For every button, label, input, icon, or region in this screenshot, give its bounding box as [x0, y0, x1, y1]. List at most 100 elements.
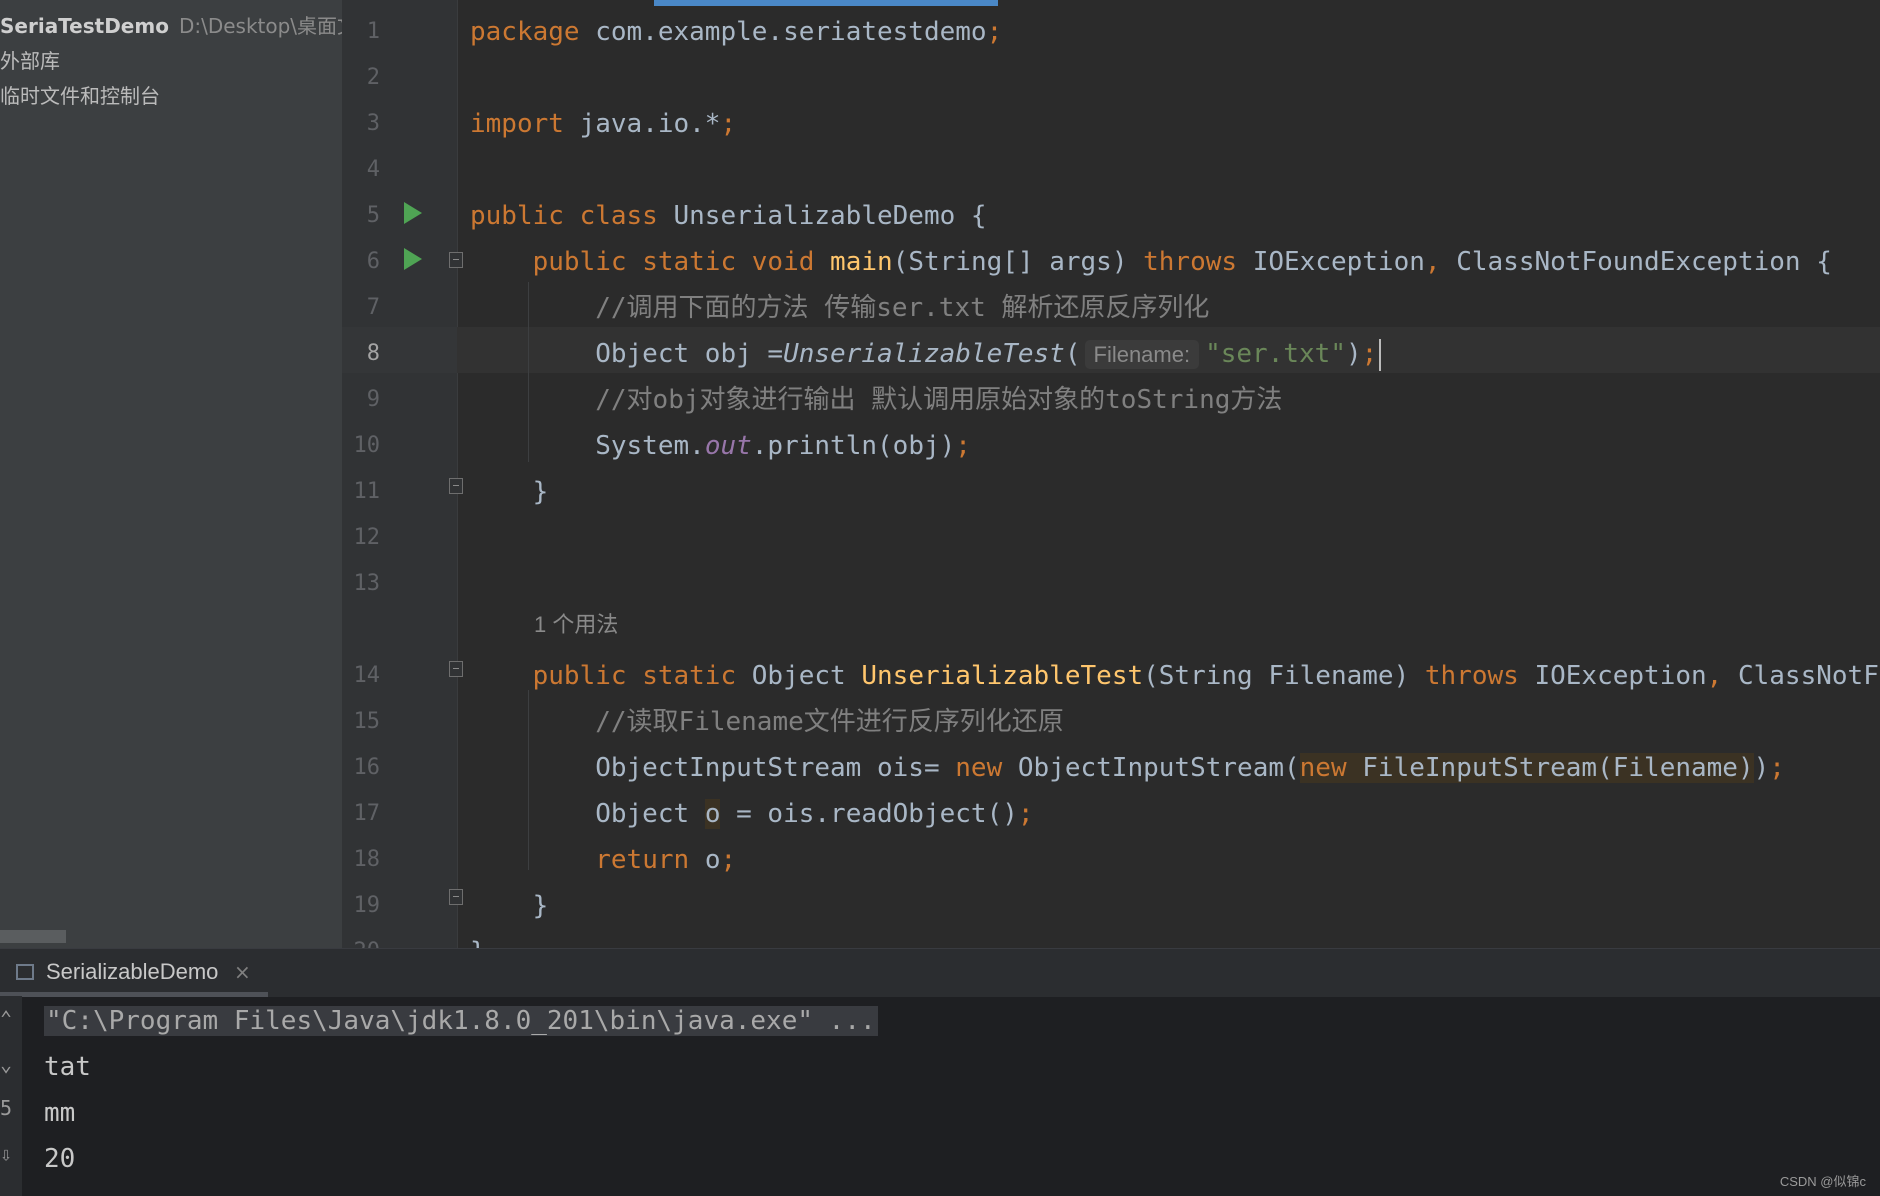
code-line[interactable]: //读取Filename文件进行反序列化还原	[470, 699, 1064, 745]
run-tab[interactable]: SerializableDemo ×	[0, 949, 268, 997]
line-number[interactable]: 5	[342, 193, 380, 239]
code-line[interactable]: }	[470, 469, 549, 515]
code-line[interactable]: ObjectInputStream ois= new ObjectInputSt…	[470, 745, 1785, 791]
code-editor[interactable]: 1 package com.example.seriatestdemo; 2 3 imp…	[342, 0, 1880, 948]
code-token: ;	[1017, 799, 1034, 829]
line-number[interactable]: 7	[342, 285, 380, 331]
fold-icon[interactable]	[449, 478, 463, 494]
line-number[interactable]: 13	[342, 561, 381, 607]
code-line[interactable]: //对obj对象进行输出 默认调用原始对象的toString方法	[470, 377, 1282, 423]
code-token: throws	[1143, 247, 1253, 277]
scroll-down-icon[interactable]: ⌄	[0, 1052, 12, 1076]
code-line[interactable]: public static void main(String[] args) t…	[470, 239, 1832, 285]
fold-icon[interactable]	[449, 252, 463, 268]
scroll-up-icon[interactable]: ⌃	[0, 1006, 12, 1030]
watermark: CSDN @似锦c	[1779, 1174, 1866, 1189]
code-token: )	[1345, 339, 1362, 369]
usage-inlay-hint[interactable]: 1 个用法	[534, 602, 618, 648]
code-line[interactable]: //调用下面的方法 传输ser.txt 解析还原反序列化	[470, 285, 1209, 331]
line-number[interactable]: 2	[342, 55, 380, 101]
code-token: (	[1064, 339, 1081, 369]
code-token: Object obj =	[470, 339, 784, 369]
run-main-icon[interactable]	[404, 248, 422, 270]
code-token: package	[470, 17, 596, 47]
code-token: ClassNotFoundException {	[1456, 247, 1832, 277]
code-token: com.example.seriatestdemo	[595, 17, 987, 47]
run-tab-bar: SerializableDemo ×	[0, 948, 1880, 997]
code-token: ;	[1361, 339, 1378, 369]
code-token: }	[470, 937, 486, 948]
code-token: = ois.readObject()	[720, 799, 1018, 829]
code-token: o	[704, 799, 721, 829]
code-line[interactable]: public class UnserializableDemo {	[470, 193, 987, 239]
line-number[interactable]: 8	[342, 331, 380, 377]
code-token: new	[1299, 753, 1363, 783]
project-path: D:\Desktop\桌面文	[178, 14, 342, 38]
parameter-hint: Filename:	[1084, 340, 1200, 369]
close-icon[interactable]: ×	[234, 949, 251, 995]
line-number[interactable]: 1	[342, 9, 380, 55]
code-line[interactable]: }	[470, 929, 486, 948]
code-line[interactable]: package com.example.seriatestdemo;	[470, 9, 1002, 55]
code-line[interactable]: public static Object UnserializableTest(…	[470, 653, 1880, 699]
tree-item-external-libraries[interactable]: 外部库	[0, 46, 60, 76]
download-icon[interactable]: ⇩	[0, 1142, 12, 1166]
line-number[interactable]: 14	[342, 653, 381, 699]
code-line[interactable]: Object o = ois.readObject();	[470, 791, 1034, 837]
console-output-line: mm	[44, 1098, 76, 1128]
line-number[interactable]: 18	[342, 837, 381, 883]
line-number[interactable]: 6	[342, 239, 380, 285]
line-number[interactable]: 11	[342, 469, 381, 515]
rerun-icon[interactable]: 5	[0, 1096, 12, 1120]
code-token: UnserializableTest	[861, 661, 1144, 691]
code-token: return	[595, 845, 705, 875]
code-token: throws	[1424, 661, 1535, 691]
fold-icon[interactable]	[449, 889, 463, 905]
code-line[interactable]: Object obj =UnserializableTest(Filename:…	[470, 331, 1382, 377]
code-token: UnserializableTest	[783, 339, 1065, 369]
code-line[interactable]: }	[470, 883, 549, 929]
code-token: }	[470, 891, 549, 921]
code-token: //读取Filename文件进行反序列化还原	[595, 707, 1064, 737]
code-token: import	[470, 109, 580, 139]
run-tool-window: SerializableDemo × ⌃ ⌄ 5 ⇩ "C:\Program F…	[0, 948, 1880, 1196]
line-number[interactable]: 20	[342, 929, 381, 948]
code-token: ObjectInputStream ois=	[470, 753, 956, 783]
indent-guide	[528, 282, 529, 462]
line-number[interactable]: 19	[342, 883, 381, 929]
line-number[interactable]: 16	[342, 745, 381, 791]
code-token: FileInputStream(Filename)	[1362, 753, 1754, 783]
line-number[interactable]: 3	[342, 101, 380, 147]
fold-icon[interactable]	[449, 661, 463, 677]
sidebar-horizontal-scrollbar[interactable]	[0, 930, 66, 943]
line-number[interactable]: 17	[342, 791, 381, 837]
code-token: ObjectInputStream(	[1017, 753, 1300, 783]
tree-item-scratches-consoles[interactable]: 临时文件和控制台	[0, 81, 160, 111]
code-token: out	[704, 431, 752, 461]
project-root-item[interactable]: SeriaTestDemo D:\Desktop\桌面文	[0, 11, 342, 41]
code-token: ;	[720, 109, 737, 139]
console-icon	[16, 964, 34, 980]
project-name: SeriaTestDemo	[0, 14, 169, 38]
line-number[interactable]: 15	[342, 699, 381, 745]
code-line[interactable]: return o;	[470, 837, 736, 883]
code-line[interactable]: System.out.println(obj);	[470, 423, 971, 469]
code-token: new	[955, 753, 1018, 783]
code-token: public static void	[532, 247, 831, 277]
code-token: ;	[720, 845, 737, 875]
code-token: public static	[532, 661, 752, 691]
code-token: "ser.txt"	[1205, 339, 1346, 369]
code-line[interactable]: import java.io.*;	[470, 101, 736, 147]
text-caret	[1379, 338, 1382, 371]
line-number[interactable]: 4	[342, 147, 380, 193]
code-token: ,	[1424, 247, 1457, 277]
code-token: .println(obj)	[751, 431, 956, 461]
line-number[interactable]: 12	[342, 515, 381, 561]
run-class-icon[interactable]	[404, 202, 422, 224]
line-number[interactable]: 10	[342, 423, 381, 469]
line-number[interactable]: 9	[342, 377, 380, 423]
